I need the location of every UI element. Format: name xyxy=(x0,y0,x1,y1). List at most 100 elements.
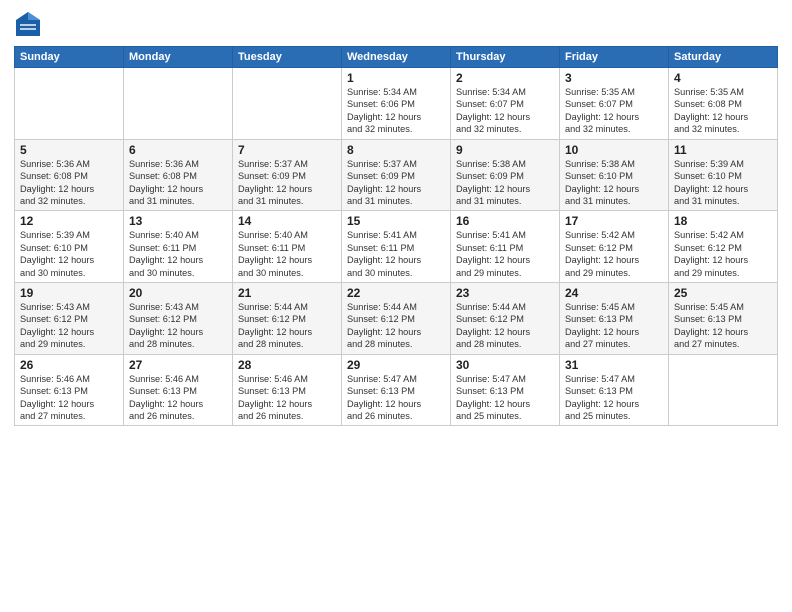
day-number: 25 xyxy=(674,286,772,300)
day-info: Sunrise: 5:43 AM Sunset: 6:12 PM Dayligh… xyxy=(129,301,227,351)
day-info: Sunrise: 5:44 AM Sunset: 6:12 PM Dayligh… xyxy=(347,301,445,351)
header xyxy=(14,10,778,38)
day-number: 3 xyxy=(565,71,663,85)
day-info: Sunrise: 5:43 AM Sunset: 6:12 PM Dayligh… xyxy=(20,301,118,351)
day-cell: 7Sunrise: 5:37 AM Sunset: 6:09 PM Daylig… xyxy=(233,139,342,211)
day-number: 12 xyxy=(20,214,118,228)
day-cell: 20Sunrise: 5:43 AM Sunset: 6:12 PM Dayli… xyxy=(124,283,233,355)
day-number: 7 xyxy=(238,143,336,157)
day-header-saturday: Saturday xyxy=(669,47,778,68)
day-info: Sunrise: 5:38 AM Sunset: 6:09 PM Dayligh… xyxy=(456,158,554,208)
day-info: Sunrise: 5:38 AM Sunset: 6:10 PM Dayligh… xyxy=(565,158,663,208)
day-info: Sunrise: 5:46 AM Sunset: 6:13 PM Dayligh… xyxy=(20,373,118,423)
day-info: Sunrise: 5:46 AM Sunset: 6:13 PM Dayligh… xyxy=(129,373,227,423)
day-header-thursday: Thursday xyxy=(451,47,560,68)
day-number: 22 xyxy=(347,286,445,300)
day-number: 17 xyxy=(565,214,663,228)
day-info: Sunrise: 5:40 AM Sunset: 6:11 PM Dayligh… xyxy=(238,229,336,279)
day-cell: 29Sunrise: 5:47 AM Sunset: 6:13 PM Dayli… xyxy=(342,354,451,426)
day-info: Sunrise: 5:41 AM Sunset: 6:11 PM Dayligh… xyxy=(347,229,445,279)
day-cell: 30Sunrise: 5:47 AM Sunset: 6:13 PM Dayli… xyxy=(451,354,560,426)
day-number: 11 xyxy=(674,143,772,157)
day-number: 21 xyxy=(238,286,336,300)
day-cell: 5Sunrise: 5:36 AM Sunset: 6:08 PM Daylig… xyxy=(15,139,124,211)
day-header-monday: Monday xyxy=(124,47,233,68)
day-cell: 11Sunrise: 5:39 AM Sunset: 6:10 PM Dayli… xyxy=(669,139,778,211)
day-cell: 22Sunrise: 5:44 AM Sunset: 6:12 PM Dayli… xyxy=(342,283,451,355)
calendar-table: SundayMondayTuesdayWednesdayThursdayFrid… xyxy=(14,46,778,426)
day-info: Sunrise: 5:35 AM Sunset: 6:08 PM Dayligh… xyxy=(674,86,772,136)
day-number: 5 xyxy=(20,143,118,157)
day-cell: 18Sunrise: 5:42 AM Sunset: 6:12 PM Dayli… xyxy=(669,211,778,283)
day-cell xyxy=(233,68,342,140)
day-info: Sunrise: 5:34 AM Sunset: 6:06 PM Dayligh… xyxy=(347,86,445,136)
day-number: 10 xyxy=(565,143,663,157)
day-cell: 14Sunrise: 5:40 AM Sunset: 6:11 PM Dayli… xyxy=(233,211,342,283)
header-row: SundayMondayTuesdayWednesdayThursdayFrid… xyxy=(15,47,778,68)
day-cell: 6Sunrise: 5:36 AM Sunset: 6:08 PM Daylig… xyxy=(124,139,233,211)
day-info: Sunrise: 5:40 AM Sunset: 6:11 PM Dayligh… xyxy=(129,229,227,279)
week-row-0: 1Sunrise: 5:34 AM Sunset: 6:06 PM Daylig… xyxy=(15,68,778,140)
day-cell: 1Sunrise: 5:34 AM Sunset: 6:06 PM Daylig… xyxy=(342,68,451,140)
day-info: Sunrise: 5:34 AM Sunset: 6:07 PM Dayligh… xyxy=(456,86,554,136)
day-header-tuesday: Tuesday xyxy=(233,47,342,68)
day-cell xyxy=(669,354,778,426)
day-number: 31 xyxy=(565,358,663,372)
day-cell: 2Sunrise: 5:34 AM Sunset: 6:07 PM Daylig… xyxy=(451,68,560,140)
day-number: 9 xyxy=(456,143,554,157)
day-cell: 21Sunrise: 5:44 AM Sunset: 6:12 PM Dayli… xyxy=(233,283,342,355)
day-header-wednesday: Wednesday xyxy=(342,47,451,68)
day-cell: 10Sunrise: 5:38 AM Sunset: 6:10 PM Dayli… xyxy=(560,139,669,211)
day-cell: 24Sunrise: 5:45 AM Sunset: 6:13 PM Dayli… xyxy=(560,283,669,355)
day-info: Sunrise: 5:42 AM Sunset: 6:12 PM Dayligh… xyxy=(674,229,772,279)
day-number: 4 xyxy=(674,71,772,85)
day-number: 14 xyxy=(238,214,336,228)
day-cell xyxy=(124,68,233,140)
week-row-3: 19Sunrise: 5:43 AM Sunset: 6:12 PM Dayli… xyxy=(15,283,778,355)
day-number: 6 xyxy=(129,143,227,157)
day-number: 26 xyxy=(20,358,118,372)
day-number: 18 xyxy=(674,214,772,228)
logo xyxy=(14,10,46,38)
day-number: 16 xyxy=(456,214,554,228)
day-number: 13 xyxy=(129,214,227,228)
day-cell: 17Sunrise: 5:42 AM Sunset: 6:12 PM Dayli… xyxy=(560,211,669,283)
day-cell: 9Sunrise: 5:38 AM Sunset: 6:09 PM Daylig… xyxy=(451,139,560,211)
day-cell: 13Sunrise: 5:40 AM Sunset: 6:11 PM Dayli… xyxy=(124,211,233,283)
day-info: Sunrise: 5:37 AM Sunset: 6:09 PM Dayligh… xyxy=(238,158,336,208)
week-row-1: 5Sunrise: 5:36 AM Sunset: 6:08 PM Daylig… xyxy=(15,139,778,211)
day-cell: 15Sunrise: 5:41 AM Sunset: 6:11 PM Dayli… xyxy=(342,211,451,283)
day-number: 8 xyxy=(347,143,445,157)
day-number: 29 xyxy=(347,358,445,372)
day-info: Sunrise: 5:44 AM Sunset: 6:12 PM Dayligh… xyxy=(456,301,554,351)
week-row-2: 12Sunrise: 5:39 AM Sunset: 6:10 PM Dayli… xyxy=(15,211,778,283)
day-info: Sunrise: 5:41 AM Sunset: 6:11 PM Dayligh… xyxy=(456,229,554,279)
day-number: 1 xyxy=(347,71,445,85)
day-info: Sunrise: 5:45 AM Sunset: 6:13 PM Dayligh… xyxy=(565,301,663,351)
day-cell: 12Sunrise: 5:39 AM Sunset: 6:10 PM Dayli… xyxy=(15,211,124,283)
day-info: Sunrise: 5:35 AM Sunset: 6:07 PM Dayligh… xyxy=(565,86,663,136)
week-row-4: 26Sunrise: 5:46 AM Sunset: 6:13 PM Dayli… xyxy=(15,354,778,426)
day-number: 28 xyxy=(238,358,336,372)
day-number: 24 xyxy=(565,286,663,300)
day-number: 30 xyxy=(456,358,554,372)
day-number: 2 xyxy=(456,71,554,85)
day-number: 23 xyxy=(456,286,554,300)
day-info: Sunrise: 5:47 AM Sunset: 6:13 PM Dayligh… xyxy=(456,373,554,423)
day-cell: 26Sunrise: 5:46 AM Sunset: 6:13 PM Dayli… xyxy=(15,354,124,426)
day-info: Sunrise: 5:47 AM Sunset: 6:13 PM Dayligh… xyxy=(347,373,445,423)
day-number: 20 xyxy=(129,286,227,300)
day-header-sunday: Sunday xyxy=(15,47,124,68)
day-info: Sunrise: 5:39 AM Sunset: 6:10 PM Dayligh… xyxy=(20,229,118,279)
page: SundayMondayTuesdayWednesdayThursdayFrid… xyxy=(0,0,792,612)
day-cell: 31Sunrise: 5:47 AM Sunset: 6:13 PM Dayli… xyxy=(560,354,669,426)
day-cell: 4Sunrise: 5:35 AM Sunset: 6:08 PM Daylig… xyxy=(669,68,778,140)
day-info: Sunrise: 5:36 AM Sunset: 6:08 PM Dayligh… xyxy=(129,158,227,208)
day-info: Sunrise: 5:46 AM Sunset: 6:13 PM Dayligh… xyxy=(238,373,336,423)
day-cell: 23Sunrise: 5:44 AM Sunset: 6:12 PM Dayli… xyxy=(451,283,560,355)
day-number: 27 xyxy=(129,358,227,372)
day-info: Sunrise: 5:44 AM Sunset: 6:12 PM Dayligh… xyxy=(238,301,336,351)
day-cell: 19Sunrise: 5:43 AM Sunset: 6:12 PM Dayli… xyxy=(15,283,124,355)
day-info: Sunrise: 5:36 AM Sunset: 6:08 PM Dayligh… xyxy=(20,158,118,208)
day-number: 19 xyxy=(20,286,118,300)
